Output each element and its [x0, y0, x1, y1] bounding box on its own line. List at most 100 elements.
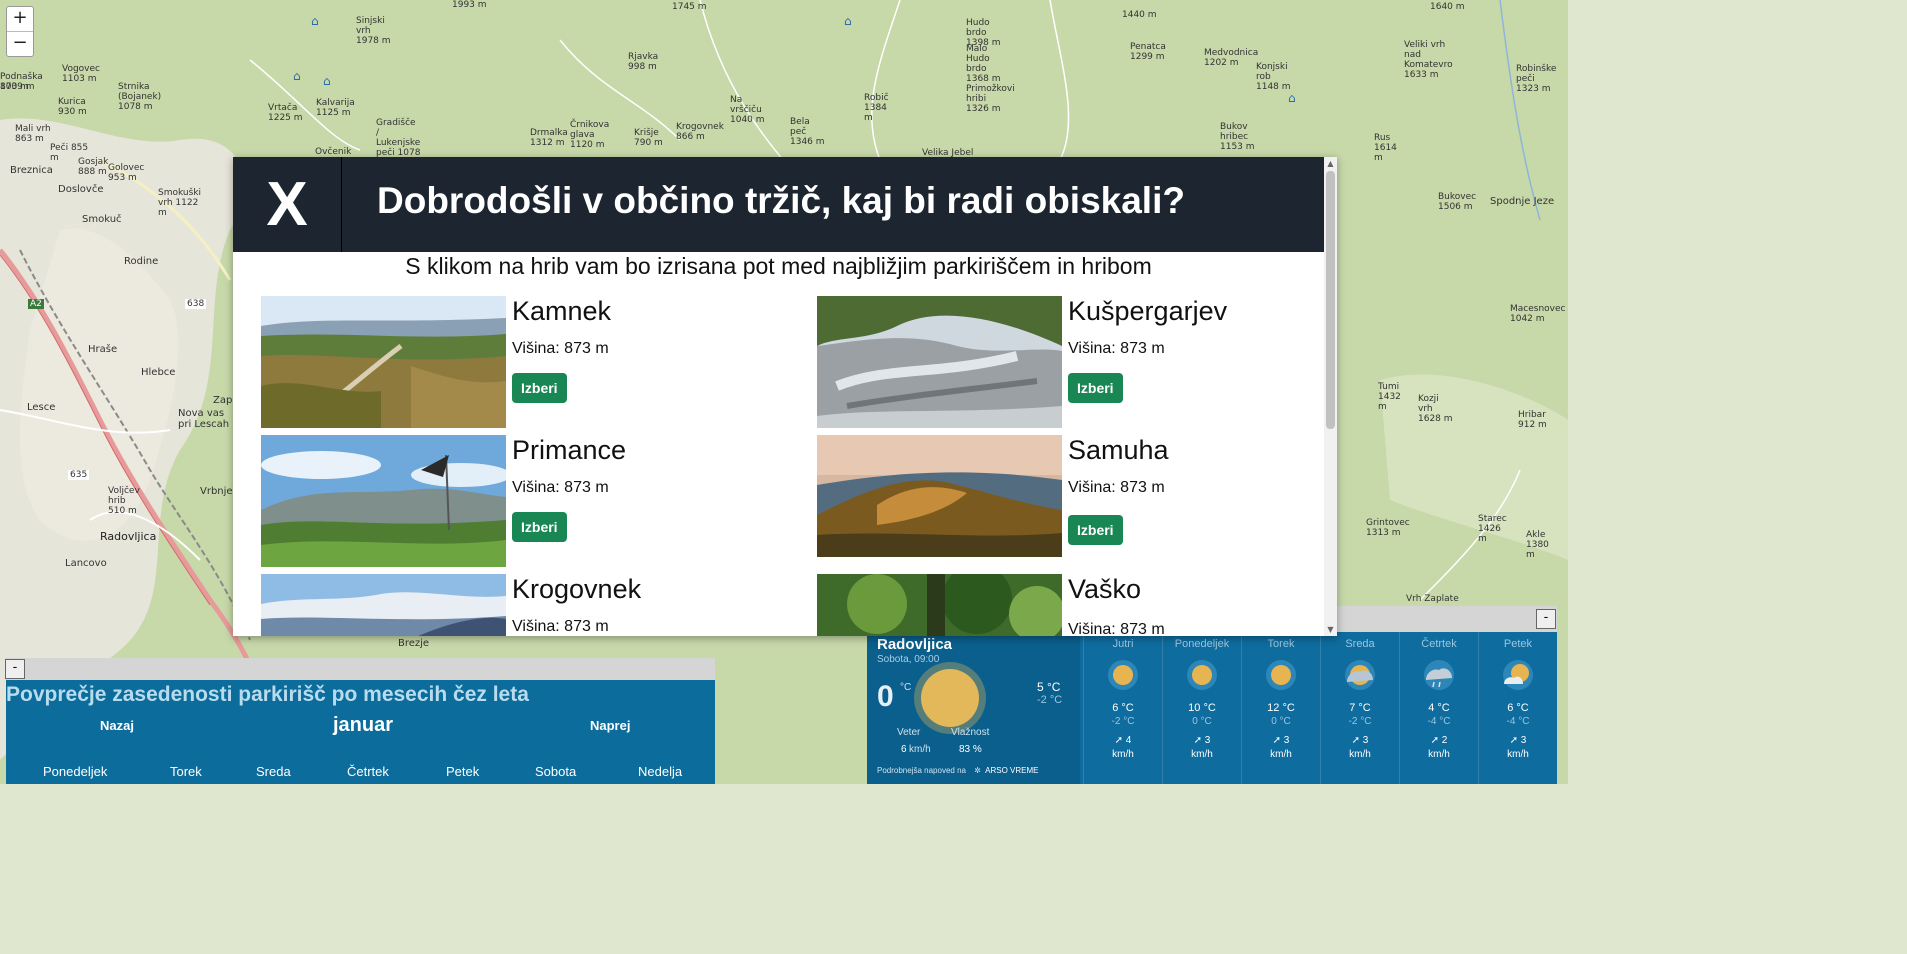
forecast-wind: ➚ 3 — [1193, 735, 1211, 746]
forecast-day: Torek 12 °C 0 °C ➚ 3 km/h — [1241, 632, 1320, 784]
close-button[interactable]: X — [233, 157, 342, 252]
select-button[interactable]: Izberi — [1068, 515, 1123, 545]
mountain-card[interactable]: Kamnek Višina: 873 m Izberi — [261, 296, 781, 428]
wind-arrow-icon: ➚ — [1114, 735, 1124, 746]
mountain-photo[interactable] — [817, 296, 1062, 428]
forecast-wind-unit: km/h — [1349, 749, 1371, 760]
forecast-wind: ➚ 3 — [1509, 735, 1527, 746]
weekday-header: Sobota — [535, 764, 577, 779]
mountain-photo[interactable] — [261, 574, 506, 636]
weather-footer[interactable]: Podrobnejša napoved na ✲ ARSO VREME — [877, 766, 1038, 775]
weather-body: Radovljica Sobota, 09:00 0 °C 5 °C -2 °C… — [867, 632, 1557, 784]
cloud-rain-icon — [1424, 660, 1454, 690]
map-label: Smokuški vrh 1122 m — [158, 188, 202, 218]
mountain-name: Vaško — [1068, 574, 1142, 604]
mountain-height: Višina: 873 m — [1068, 340, 1165, 357]
forecast-max-temp: 10 °C — [1188, 702, 1216, 714]
mountain-card[interactable]: Primance Višina: 873 m Izberi — [261, 435, 781, 567]
mountain-hut-icon[interactable]: ⌂ — [1288, 91, 1296, 105]
mountain-name: Primance — [512, 435, 627, 465]
scroll-down-arrow-icon[interactable]: ▼ — [1324, 625, 1337, 634]
map-label: 1993 m — [452, 0, 487, 10]
mountain-card[interactable]: Vaško Višina: 873 m — [817, 574, 1337, 636]
forecast-day-name: Jutri — [1112, 638, 1134, 650]
mountain-height: Višina: 873 m — [1068, 621, 1165, 636]
map-label: Spodnje Jeze — [1490, 196, 1555, 207]
forecast-day-name: Petek — [1503, 638, 1533, 650]
modal-scrollbar[interactable]: ▲ ▼ — [1324, 157, 1337, 636]
forecast-day: Četrtek 4 °C -4 °C ➚ 2 km/h — [1399, 632, 1478, 784]
modal-header: X Dobrodošli v občino tržič, kaj bi radi… — [233, 157, 1324, 252]
select-button[interactable]: Izberi — [512, 373, 567, 403]
map-label: Vrtača 1225 m — [268, 103, 303, 123]
next-month-button[interactable]: Naprej — [590, 718, 630, 733]
map-label: Tumi 1432 m — [1378, 382, 1401, 412]
sun-icon — [921, 669, 979, 727]
mountain-height: Višina: 873 m — [1068, 479, 1165, 496]
weather-today: Radovljica Sobota, 09:00 0 °C 5 °C -2 °C… — [867, 632, 1080, 784]
forecast-wind: ➚ 2 — [1430, 735, 1448, 746]
select-button[interactable]: Izberi — [1068, 373, 1123, 403]
mountain-photo[interactable] — [261, 435, 506, 567]
map-label: Hlebce — [141, 367, 176, 378]
forecast-min-temp: -4 °C — [1506, 716, 1530, 727]
mountain-hut-icon[interactable]: ⌂ — [293, 69, 301, 83]
map-label: Na vrščiču 1040 m — [730, 95, 765, 125]
weekday-header: Sreda — [256, 764, 291, 779]
zoom-in-button[interactable]: + — [7, 7, 33, 31]
scrollbar-thumb[interactable] — [1326, 171, 1335, 429]
forecast-day-name: Četrtek — [1421, 638, 1457, 650]
mountain-height: Višina: 873 m — [512, 340, 609, 357]
minimize-button[interactable]: - — [1536, 609, 1556, 629]
map-label: Penatca 1299 m — [1130, 42, 1166, 62]
map-label: Golovec 953 m — [108, 163, 145, 183]
forecast-wind-unit: km/h — [1507, 749, 1529, 760]
map-label: Krogovnek 866 m — [676, 122, 724, 142]
map-label: Starec 1426 m — [1478, 514, 1507, 544]
forecast-day: Ponedeljek 10 °C 0 °C ➚ 3 km/h — [1162, 632, 1241, 784]
zoom-out-button[interactable]: − — [7, 31, 33, 56]
forecast-day: Sreda 7 °C -2 °C ➚ 3 km/h — [1320, 632, 1399, 784]
forecast-min-temp: 0 °C — [1192, 716, 1212, 727]
mountain-photo[interactable] — [817, 435, 1062, 567]
map-label: Kurica 930 m — [58, 97, 87, 117]
map-label: Malo Hudo brdo 1368 m — [966, 44, 1001, 84]
prev-month-button[interactable]: Nazaj — [100, 718, 134, 733]
map-label: Voljčev hrib 510 m — [108, 486, 140, 516]
forecast-min-temp: -2 °C — [1348, 716, 1372, 727]
mountain-hut-icon[interactable]: ⌂ — [311, 14, 319, 28]
select-button[interactable]: Izberi — [512, 512, 567, 542]
scroll-up-arrow-icon[interactable]: ▲ — [1324, 159, 1337, 168]
mountain-name: Krogovnek — [512, 574, 642, 604]
mountain-photo[interactable] — [817, 574, 1062, 636]
map-label: Ovčenik — [315, 147, 352, 157]
map-label: Vogovec 1103 m — [62, 64, 100, 84]
map-label: Vrbnje — [200, 486, 233, 497]
map-label: Robič 1384 m — [864, 93, 889, 123]
map-label: Mali vrh 863 m — [15, 124, 51, 144]
mountain-card[interactable]: Samuha Višina: 873 m Izberi — [817, 435, 1337, 567]
map-label: Krišje 790 m — [634, 128, 663, 148]
mountain-hut-icon[interactable]: ⌂ — [323, 74, 331, 88]
map-label: Bukovec 1506 m — [1438, 192, 1477, 212]
forecast-max-temp: 4 °C — [1428, 702, 1450, 714]
mountain-card[interactable]: Kušpergarjev Višina: 873 m Izberi — [817, 296, 1337, 428]
map-label: 1640 m — [1430, 2, 1465, 12]
mountain-card[interactable]: Krogovnek Višina: 873 m — [261, 574, 781, 636]
minimize-button[interactable]: - — [5, 659, 25, 679]
map-label: Bela peč 1346 m — [790, 117, 825, 147]
mountain-hut-icon[interactable]: ⌂ — [844, 14, 852, 28]
modal-title: Dobrodošli v občino tržič, kaj bi radi o… — [377, 180, 1185, 221]
mountain-photo[interactable] — [261, 296, 506, 428]
current-temperature: 0 — [877, 680, 894, 713]
map-label: Primožkovi hribi 1326 m — [966, 84, 1015, 114]
forecast-wind: ➚ 3 — [1351, 735, 1369, 746]
forecast-wind-unit: km/h — [1191, 749, 1213, 760]
humidity-value: 83 % — [959, 744, 982, 755]
parking-panel-body: Povprečje zasedenosti parkirišč po mesec… — [6, 680, 715, 784]
forecast-day-name: Torek — [1267, 638, 1295, 650]
partly-cloudy-icon — [1503, 660, 1533, 690]
footer-brand-link[interactable]: ARSO VREME — [985, 766, 1038, 775]
map-label: Smokuč — [82, 214, 122, 225]
wind-arrow-icon: ➚ — [1351, 735, 1361, 746]
